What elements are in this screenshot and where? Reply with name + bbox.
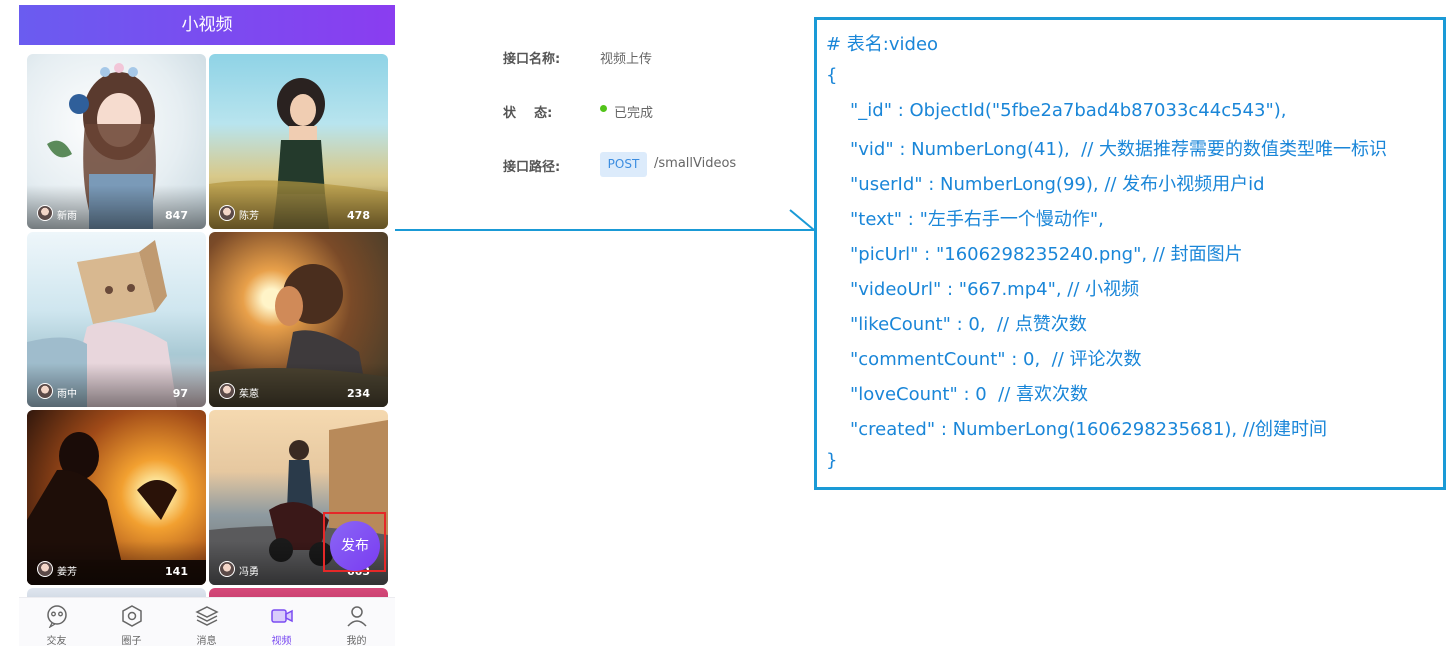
code-line: }	[826, 450, 838, 471]
code-line: "text" : "左手右手一个慢动作",	[850, 209, 1104, 230]
code-line: "commentCount" : 0, // 评论次数	[850, 349, 1142, 370]
code-line: "userId" : NumberLong(99), // 发布小视频用户id	[850, 174, 1265, 195]
code-line: "created" : NumberLong(1606298235681), /…	[850, 419, 1327, 440]
code-line: "loveCount" : 0 // 喜欢次数	[850, 384, 1089, 405]
code-line: "videoUrl" : "667.mp4", // 小视频	[850, 279, 1140, 300]
schema-code-box: # 表名:video { "_id" : ObjectId("5fbe2a7ba…	[814, 17, 1446, 490]
code-line: "picUrl" : "1606298235240.png", // 封面图片	[850, 244, 1243, 265]
code-line: "vid" : NumberLong(41), // 大数据推荐需要的数值类型唯…	[850, 139, 1387, 160]
code-line: "likeCount" : 0, // 点赞次数	[850, 314, 1087, 335]
code-line: "_id" : ObjectId("5fbe2a7bad4b87033c44c5…	[850, 100, 1287, 121]
code-line: # 表名:video	[826, 34, 939, 55]
code-line: {	[826, 65, 838, 86]
